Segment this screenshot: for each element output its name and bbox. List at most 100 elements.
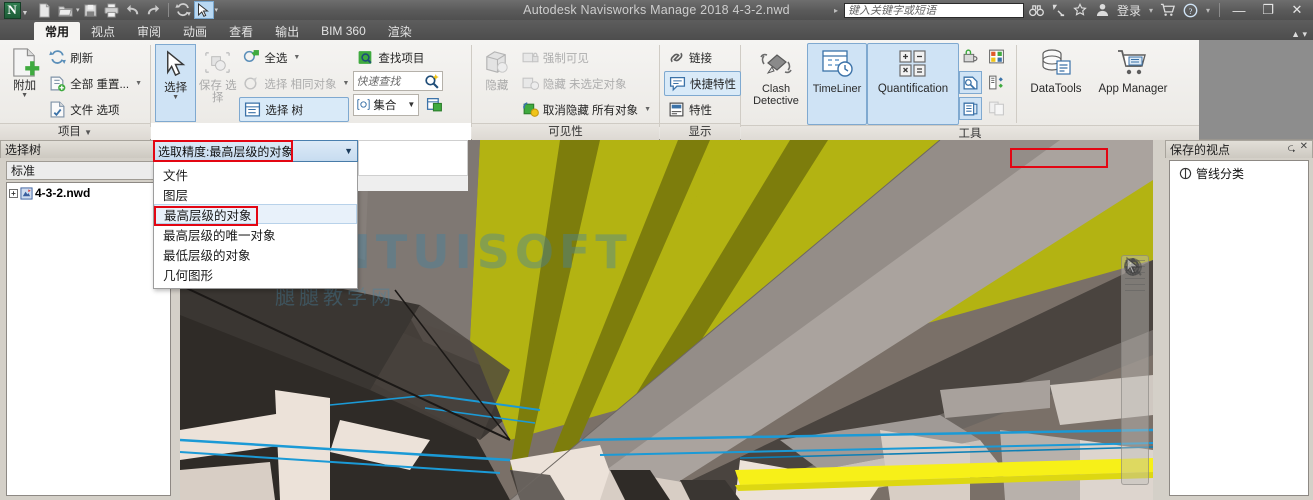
precision-option-highest-unique-object[interactable]: 最高层级的唯一对象 xyxy=(154,224,357,244)
maximize-button[interactable]: ❐ xyxy=(1255,1,1281,19)
quick-find-icon[interactable] xyxy=(423,73,440,90)
tree-item-root[interactable]: + 4-3-2.nwd xyxy=(9,186,168,200)
tab-home[interactable]: 常用 xyxy=(34,22,81,40)
navbar-divider xyxy=(1125,278,1145,279)
select-group-title xyxy=(151,123,471,140)
precision-option-highest-object[interactable]: 最高层级的对象 xyxy=(154,204,357,224)
batch-utility-button[interactable] xyxy=(959,97,982,120)
quick-find-placeholder: 快速查找 xyxy=(356,76,401,88)
infocenter-expand-caret-icon[interactable]: ▸ xyxy=(831,6,841,15)
app-menu-caret-icon[interactable]: ▼ xyxy=(22,10,29,20)
sign-in-caret-icon[interactable]: ▾ xyxy=(1146,6,1156,15)
tab-view[interactable]: 查看 xyxy=(218,22,264,40)
viewpoint-item[interactable]: 管线分类 xyxy=(1173,165,1305,182)
satellite-icon[interactable] xyxy=(1049,2,1068,19)
star-icon[interactable] xyxy=(1071,2,1090,19)
tab-render[interactable]: 渲染 xyxy=(377,22,423,40)
app-logo[interactable]: N ▼ xyxy=(2,0,30,20)
save-selection-button[interactable]: 保存 选择 xyxy=(196,43,239,104)
tab-bim360[interactable]: BIM 360 xyxy=(310,22,377,40)
precision-option-layer[interactable]: 图层 xyxy=(154,184,357,204)
quick-find-input[interactable]: 快速查找 xyxy=(353,71,444,91)
tab-output[interactable]: 输出 xyxy=(264,22,310,40)
refresh-icon[interactable] xyxy=(173,1,193,19)
sign-in-button[interactable]: 登录 xyxy=(1115,2,1143,19)
properties-button[interactable]: 特性 xyxy=(664,97,741,122)
tab-review[interactable]: 审阅 xyxy=(126,22,172,40)
chevron-down-icon[interactable]: ▼ xyxy=(344,146,353,156)
file-options-button[interactable]: 文件 选项 xyxy=(45,97,146,122)
scripter-button[interactable] xyxy=(959,71,982,94)
tree-expander-icon[interactable]: + xyxy=(9,188,18,198)
select-all-button[interactable]: 全选 ▼ xyxy=(239,45,349,70)
qat-customize-caret-icon[interactable]: ▾ xyxy=(215,6,219,14)
select-all-caret-icon[interactable]: ▼ xyxy=(293,54,300,61)
select-cursor-icon[interactable] xyxy=(1122,256,1144,278)
precision-option-file[interactable]: 文件 xyxy=(154,164,357,184)
close-icon[interactable]: ✕ xyxy=(1300,141,1308,158)
search-input[interactable]: 键入关键字或短语 xyxy=(843,2,1024,18)
cart-icon[interactable] xyxy=(1159,2,1178,19)
close-button[interactable]: ✕ xyxy=(1284,1,1310,19)
selection-tree-body[interactable]: + 4-3-2.nwd xyxy=(6,182,171,496)
autodesk-rendering-button[interactable] xyxy=(959,45,982,68)
reset-all-caret-icon[interactable]: ▼ xyxy=(135,80,142,87)
app-manager-button[interactable]: App Manager xyxy=(1089,43,1177,125)
save-icon[interactable] xyxy=(81,1,101,19)
binoculars-icon[interactable] xyxy=(1027,2,1046,19)
sets-combo[interactable]: 集合 ▼ xyxy=(353,93,420,116)
manage-sets-icon xyxy=(427,98,443,112)
refresh-button[interactable]: 刷新 xyxy=(45,45,146,70)
open-icon[interactable] xyxy=(55,1,75,19)
tab-animation[interactable]: 动画 xyxy=(172,22,218,40)
open-dropdown-caret-icon[interactable]: ▾ xyxy=(76,6,80,14)
reset-all-button[interactable]: 全部 重置... ▼ xyxy=(45,71,146,96)
precision-option-lowest-object[interactable]: 最低层级的对象 xyxy=(154,244,357,264)
attach-button[interactable]: 附加 ▼ xyxy=(4,43,45,99)
manage-sets-button[interactable] xyxy=(423,93,446,116)
project-group-title[interactable]: 项目 ▼ xyxy=(0,123,150,140)
precision-option-geometry[interactable]: 几何图形 xyxy=(154,264,357,284)
timeliner-button[interactable]: TimeLiner xyxy=(807,43,867,125)
select-same-icon xyxy=(244,77,258,90)
precision-combo-field[interactable]: 选取精度:最高层级的对象 ▼ xyxy=(153,140,358,162)
viewpoint-label: 管线分类 xyxy=(1196,167,1245,181)
minimize-button[interactable]: — xyxy=(1226,1,1252,19)
help-icon[interactable]: ? xyxy=(1181,2,1200,19)
animator-button[interactable] xyxy=(985,45,1008,68)
quick-properties-button[interactable]: 快捷特性 xyxy=(664,71,741,96)
attach-dropdown-caret-icon[interactable]: ▼ xyxy=(21,92,28,99)
select-dropdown-caret-icon[interactable]: ▼ xyxy=(172,94,179,101)
ribbon-minimize-icon[interactable]: ▲ ▾ xyxy=(1291,29,1307,40)
ribbon-separator xyxy=(1016,45,1017,123)
redo-icon[interactable] xyxy=(144,1,164,19)
appearance-profiler-button[interactable] xyxy=(985,71,1008,94)
project-group-caret-icon[interactable]: ▼ xyxy=(84,128,92,137)
datatools-button[interactable]: DataTools xyxy=(1023,43,1089,125)
navigation-bar[interactable] xyxy=(1121,255,1149,485)
saved-viewpoints-list[interactable]: 管线分类 xyxy=(1169,160,1309,496)
precision-combo-value: 选取精度:最高层级的对象 xyxy=(158,144,294,159)
find-items-button[interactable]: 查找项目 xyxy=(353,45,467,70)
user-icon[interactable] xyxy=(1093,2,1112,19)
selection-tree-mode-combo[interactable]: 标准 xyxy=(6,161,171,180)
select-button[interactable]: 选择 ▼ xyxy=(155,44,197,122)
compare-icon xyxy=(989,101,1004,116)
select-same-label: 选择 相同对象 xyxy=(264,78,337,91)
hide-button[interactable]: 隐藏 xyxy=(476,43,518,92)
select-cursor-icon[interactable] xyxy=(193,1,214,19)
float-icon[interactable]: ⮎ xyxy=(1288,141,1296,158)
unhide-all-button[interactable]: 取消隐藏 所有对象 ▼ xyxy=(518,97,655,122)
select-label: 选择 xyxy=(164,82,188,94)
print-icon[interactable] xyxy=(102,1,122,19)
selection-tree-button[interactable]: 选择 树 xyxy=(239,97,350,122)
sets-caret-icon[interactable]: ▼ xyxy=(407,100,415,109)
new-icon[interactable] xyxy=(34,1,54,19)
tab-viewpoint[interactable]: 视点 xyxy=(80,22,126,40)
clash-detective-button[interactable]: Clash Detective xyxy=(745,43,807,125)
unhide-all-caret-icon[interactable]: ▼ xyxy=(644,106,651,113)
quantification-button[interactable]: Quantification xyxy=(867,43,959,125)
links-button[interactable]: 链接 xyxy=(664,45,741,70)
help-caret-icon[interactable]: ▾ xyxy=(1203,6,1213,15)
undo-icon[interactable] xyxy=(123,1,143,19)
